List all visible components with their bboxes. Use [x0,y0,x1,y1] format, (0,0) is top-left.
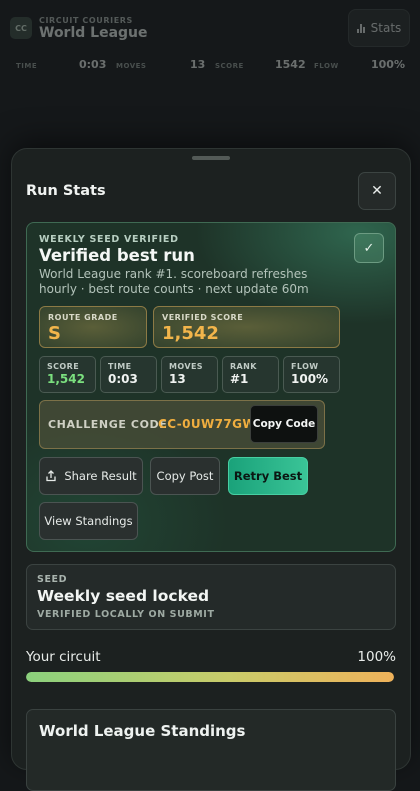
stat-label: RANK [230,362,257,371]
app-logo: CC [10,17,32,39]
share-icon [46,470,56,482]
metric-flow-value: 100% [371,58,405,71]
stat-label: FLOW [291,362,319,371]
seed-eyebrow: SEED [37,574,68,585]
share-result-button[interactable]: Share Result [39,457,143,495]
stat-value: 13 [169,372,186,386]
stat-label: TIME [108,362,132,371]
metric-flow-label: FLOW [314,62,339,70]
sheet-grabber[interactable] [192,156,230,160]
verified-eyebrow: WEEKLY SEED VERIFIED [39,234,179,245]
seed-title: Weekly seed locked [37,587,210,605]
route-grade-value: S [48,323,61,344]
close-icon: ✕ [371,183,383,199]
route-grade-label: ROUTE GRADE [48,313,118,322]
sheet-title: Run Stats [26,183,106,199]
view-standings-button[interactable]: View Standings [39,502,138,540]
verified-run-card: WEEKLY SEED VERIFIED Verified best run W… [26,222,396,552]
stat-value: 100% [291,372,329,386]
check-icon: ✓ [354,233,384,263]
circuit-progress-fill [26,672,394,682]
metric-score-label: SCORE [215,62,244,70]
run-stats-sheet: Run Stats ✕ WEEKLY SEED VERIFIED Verifie… [11,148,411,791]
retry-best-button[interactable]: Retry Best [228,457,308,495]
challenge-code-box: CHALLENGE CODE CC-0UW77GW Copy Code [39,400,325,449]
stat-label: SCORE [47,362,80,371]
stat-value: 1,542 [47,372,85,386]
challenge-code-label: CHALLENGE CODE [48,418,168,431]
circuit-percent: 100% [357,649,396,665]
verified-description: World League rank #1. scoreboard refresh… [39,267,309,296]
stats-button[interactable]: Stats [348,9,410,47]
verified-title: Verified best run [39,246,195,265]
metric-moves-label: MOVES [116,62,147,70]
stat-moves: MOVES 13 [161,356,218,393]
metric-time-label: TIME [16,62,38,70]
standings-card: World League Standings [26,709,396,791]
stat-score: SCORE 1,542 [39,356,96,393]
circuit-label: Your circuit [26,649,101,665]
verified-score-box: VERIFIED SCORE 1,542 [153,306,340,348]
copy-code-button[interactable]: Copy Code [250,405,318,443]
stat-time: TIME 0:03 [100,356,157,393]
copy-post-button[interactable]: Copy Post [150,457,220,495]
metric-score-value: 1542 [275,58,306,71]
metric-time-value: 0:03 [79,58,107,71]
stat-value: #1 [230,372,249,386]
circuit-progress-bar [26,672,394,682]
verified-score-value: 1,542 [162,323,219,344]
stats-button-label: Stats [370,21,402,35]
bar-chart-icon [356,23,365,33]
metrics-bar: TIME 0:03 MOVES 13 SCORE 1542 FLOW 100% [0,56,420,76]
brand-title: World League [39,25,148,41]
challenge-code-value: CC-0UW77GW [158,417,256,431]
stat-label: MOVES [169,362,203,371]
close-button[interactable]: ✕ [358,172,396,210]
metric-moves-value: 13 [190,58,206,71]
verified-score-label: VERIFIED SCORE [162,313,244,322]
share-result-label: Share Result [64,469,137,483]
standings-title: World League Standings [39,722,246,740]
brand-eyebrow: CIRCUIT COURIERS [39,16,133,25]
stat-flow: FLOW 100% [283,356,340,393]
seed-card: SEED Weekly seed locked VERIFIED LOCALLY… [26,564,396,630]
stat-value: 0:03 [108,372,138,386]
app-header: CC CIRCUIT COURIERS World League Stats [10,8,410,48]
stat-rank: RANK #1 [222,356,279,393]
route-grade-box: ROUTE GRADE S [39,306,147,348]
seed-subtitle: VERIFIED LOCALLY ON SUBMIT [37,609,215,620]
